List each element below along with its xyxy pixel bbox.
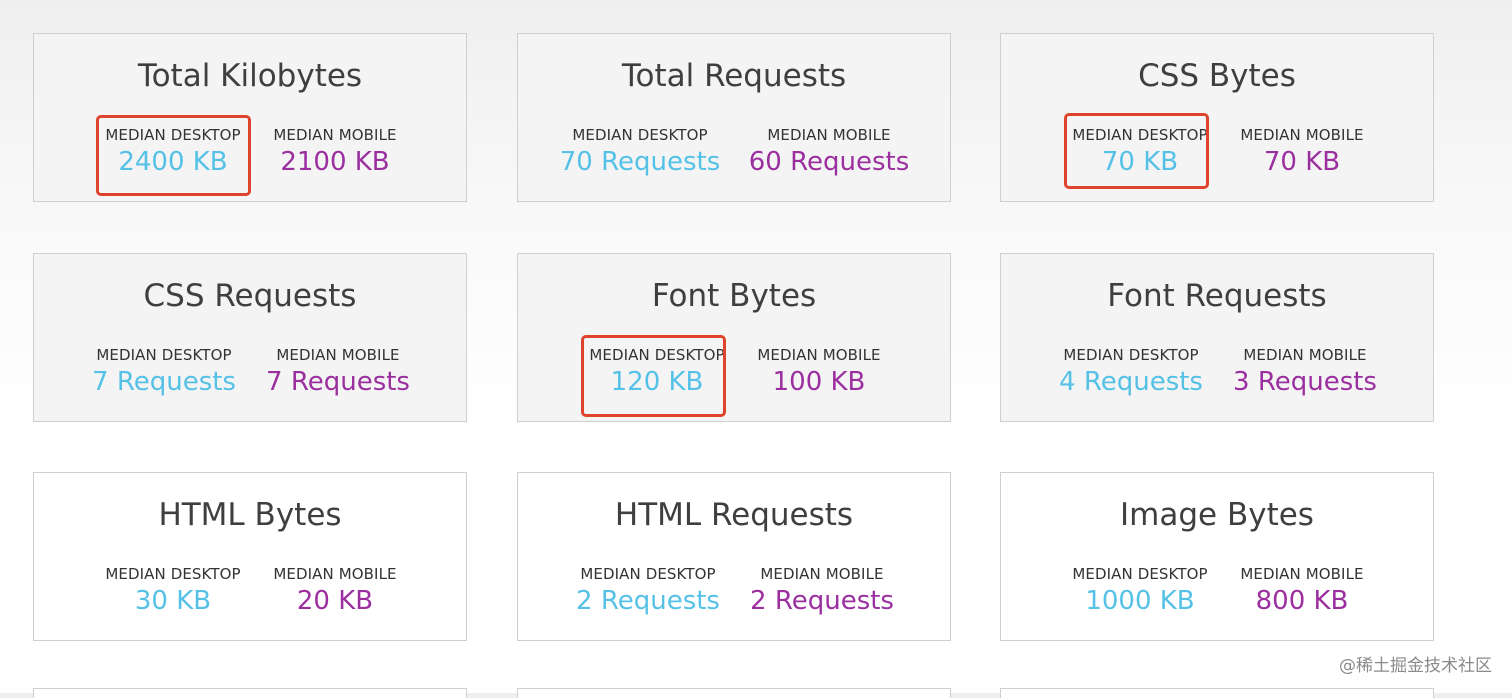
card-title: CSS Bytes — [1138, 58, 1296, 94]
mobile-label: MEDIAN MOBILE — [273, 126, 397, 144]
desktop-value: 30 KB — [134, 586, 212, 616]
highlight-box-css-bytes — [1064, 113, 1209, 189]
mobile-value: 20 KB — [296, 586, 374, 616]
highlight-box-total-kilobytes — [96, 115, 251, 196]
mobile-label: MEDIAN MOBILE — [757, 346, 881, 364]
metric-card-font-requests: Font Requests MEDIAN DESKTOP 4 Requests … — [1000, 253, 1434, 422]
metric-card-html-requests: HTML Requests MEDIAN DESKTOP 2 Requests … — [517, 472, 951, 641]
mobile-metric: MEDIAN MOBILE 7 Requests — [266, 346, 410, 400]
mobile-label: MEDIAN MOBILE — [1243, 346, 1367, 364]
desktop-label: MEDIAN DESKTOP — [572, 126, 708, 144]
metric-card-partial — [33, 688, 467, 698]
card-title: Image Bytes — [1120, 497, 1314, 533]
card-title: Total Kilobytes — [137, 58, 363, 94]
card-title: HTML Requests — [614, 497, 854, 533]
mobile-label: MEDIAN MOBILE — [276, 346, 400, 364]
watermark: @稀土掘金技术社区 — [1339, 656, 1492, 676]
metric-card-partial — [1000, 688, 1434, 698]
mobile-value: 60 Requests — [748, 147, 910, 177]
desktop-value: 70 Requests — [559, 147, 721, 177]
desktop-label: MEDIAN DESKTOP — [1072, 565, 1208, 583]
metric-card-partial — [517, 688, 951, 698]
mobile-label: MEDIAN MOBILE — [1240, 565, 1364, 583]
mobile-label: MEDIAN MOBILE — [767, 126, 891, 144]
mobile-metric: MEDIAN MOBILE 2100 KB — [273, 126, 396, 180]
desktop-metric: MEDIAN DESKTOP 7 Requests — [92, 346, 236, 400]
mobile-label: MEDIAN MOBILE — [1240, 126, 1364, 144]
mobile-value: 100 KB — [772, 367, 866, 397]
desktop-metric: MEDIAN DESKTOP 70 Requests — [560, 126, 721, 180]
mobile-metric: MEDIAN MOBILE 3 Requests — [1233, 346, 1377, 400]
desktop-label: MEDIAN DESKTOP — [96, 346, 232, 364]
desktop-metric: MEDIAN DESKTOP 4 Requests — [1059, 346, 1203, 400]
desktop-metric: MEDIAN DESKTOP 2 Requests — [576, 565, 720, 619]
metric-card-image-bytes: Image Bytes MEDIAN DESKTOP 1000 KB MEDIA… — [1000, 472, 1434, 641]
mobile-metric: MEDIAN MOBILE 100 KB — [757, 346, 880, 400]
mobile-value: 3 Requests — [1233, 367, 1377, 397]
desktop-metric: MEDIAN DESKTOP 1000 KB — [1072, 565, 1207, 619]
mobile-label: MEDIAN MOBILE — [273, 565, 397, 583]
card-title: Total Requests — [621, 58, 847, 94]
desktop-metric: MEDIAN DESKTOP 30 KB — [105, 565, 240, 619]
mobile-metric: MEDIAN MOBILE 20 KB — [273, 565, 396, 619]
metric-card-html-bytes: HTML Bytes MEDIAN DESKTOP 30 KB MEDIAN M… — [33, 472, 467, 641]
highlight-box-font-bytes — [581, 335, 726, 417]
metric-card-total-requests: Total Requests MEDIAN DESKTOP 70 Request… — [517, 33, 951, 202]
mobile-metric: MEDIAN MOBILE 2 Requests — [750, 565, 894, 619]
mobile-metric: MEDIAN MOBILE 70 KB — [1240, 126, 1363, 180]
mobile-value: 7 Requests — [266, 367, 410, 397]
desktop-label: MEDIAN DESKTOP — [580, 565, 716, 583]
desktop-label: MEDIAN DESKTOP — [105, 565, 241, 583]
card-title: HTML Bytes — [158, 497, 342, 533]
desktop-value: 7 Requests — [92, 367, 236, 397]
card-title: Font Requests — [1107, 278, 1327, 314]
card-title: Font Bytes — [651, 278, 817, 314]
mobile-value: 70 KB — [1263, 147, 1341, 177]
desktop-value: 1000 KB — [1085, 586, 1195, 616]
desktop-value: 4 Requests — [1059, 367, 1203, 397]
mobile-value: 800 KB — [1255, 586, 1349, 616]
desktop-value: 2 Requests — [576, 586, 720, 616]
desktop-label: MEDIAN DESKTOP — [1063, 346, 1199, 364]
mobile-value: 2 Requests — [750, 586, 894, 616]
mobile-value: 2100 KB — [280, 147, 390, 177]
mobile-label: MEDIAN MOBILE — [760, 565, 884, 583]
metric-card-css-requests: CSS Requests MEDIAN DESKTOP 7 Requests M… — [33, 253, 467, 422]
mobile-metric: MEDIAN MOBILE 60 Requests — [749, 126, 910, 180]
mobile-metric: MEDIAN MOBILE 800 KB — [1240, 565, 1363, 619]
card-title: CSS Requests — [143, 278, 357, 314]
